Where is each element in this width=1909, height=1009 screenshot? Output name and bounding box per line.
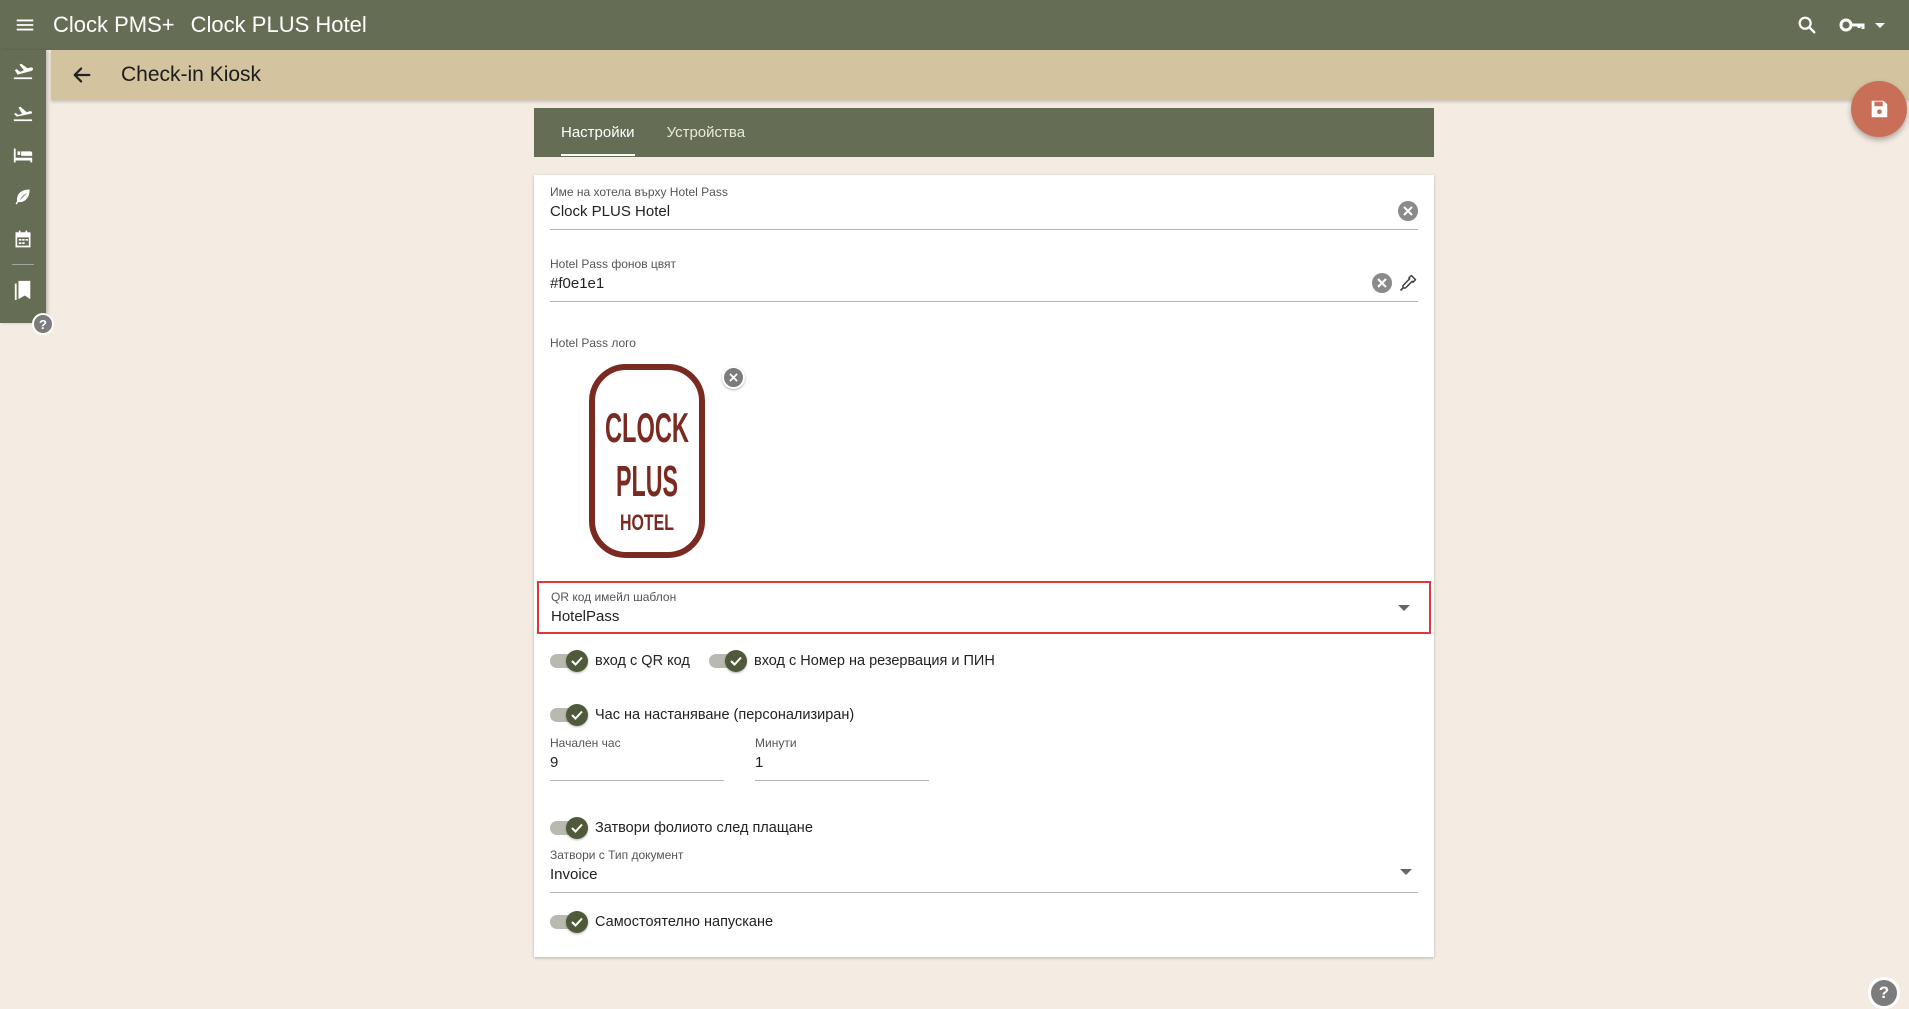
document-type-label: Затвори с Тип документ (550, 848, 684, 862)
switch-track[interactable] (709, 650, 747, 672)
hotel-name-field[interactable]: Име на хотела върху Hotel Pass Clock PLU… (550, 185, 1418, 230)
top-app-bar: Clock PMS+ Clock PLUS Hotel (0, 0, 1909, 50)
background-color-field[interactable]: Hotel Pass фонов цвят #f0e1e1 (550, 257, 1418, 302)
document-type-underline (550, 892, 1418, 893)
leaf-icon[interactable] (0, 176, 46, 218)
qr-template-value[interactable]: HotelPass (551, 608, 619, 625)
check-icon (566, 650, 588, 672)
settings-card: Име на хотела върху Hotel Pass Clock PLU… (534, 175, 1434, 957)
qr-template-label: QR код имейл шаблон (551, 590, 677, 604)
toggle-pin-label: вход с Номер на резервация и ПИН (754, 653, 995, 669)
save-button[interactable] (1851, 81, 1907, 137)
switch-track[interactable] (550, 704, 588, 726)
background-color-value[interactable]: #f0e1e1 (550, 275, 1418, 292)
toggle-qr-login[interactable]: вход с QR код (550, 650, 690, 672)
logo-text-hotel: HOTEL (620, 510, 674, 535)
switch-track[interactable] (550, 650, 588, 672)
logo-field: Hotel Pass лого (550, 336, 1418, 356)
minutes-underline (755, 780, 929, 781)
page-title: Check-in Kiosk (121, 63, 262, 86)
search-icon[interactable] (1787, 5, 1827, 45)
clear-hotel-name-icon[interactable] (1398, 201, 1418, 221)
check-icon (566, 704, 588, 726)
help-icon[interactable]: ? (1868, 977, 1900, 1009)
chevron-down-icon (1875, 22, 1885, 28)
key-icon (1839, 14, 1865, 36)
tab-devices[interactable]: Устройства (662, 108, 772, 157)
background-color-label: Hotel Pass фонов цвят (550, 257, 677, 271)
tab-bar: Настройки Устройства (534, 108, 1434, 157)
toggle-checkin-time-label: Час на настаняване (персонализиран) (595, 707, 855, 723)
close-icon (729, 373, 738, 382)
save-icon (1868, 98, 1890, 120)
remove-logo-button[interactable] (722, 366, 745, 389)
arrivals-icon[interactable] (0, 50, 46, 92)
minutes-field[interactable]: Минути 1 (755, 736, 929, 781)
toggle-close-folio[interactable]: Затвори фолиото след плащане (550, 817, 813, 839)
start-hour-label: Начален час (550, 736, 621, 750)
toggle-pin-login[interactable]: вход с Номер на резервация и ПИН (709, 650, 995, 672)
clear-color-icon[interactable] (1372, 273, 1392, 293)
minutes-value[interactable]: 1 (755, 754, 929, 771)
logo-label: Hotel Pass лого (550, 336, 636, 350)
start-hour-underline (550, 780, 724, 781)
document-type-select[interactable]: Затвори с Тип документ Invoice (550, 848, 1418, 893)
toggle-qr-label: вход с QR код (595, 653, 690, 669)
toggle-checkin-time[interactable]: Час на настаняване (персонализиран) (550, 704, 855, 726)
menu-icon[interactable] (0, 0, 50, 50)
key-menu-button[interactable] (1839, 14, 1885, 36)
back-arrow-icon[interactable] (67, 60, 97, 90)
hotel-name-underline (550, 229, 1418, 230)
calendar-icon[interactable] (0, 218, 46, 260)
start-hour-field[interactable]: Начален час 9 (550, 736, 724, 781)
logo-text-clock: CLOCK (605, 404, 689, 451)
hotel-logo-image[interactable]: CLOCK PLUS HOTEL (589, 364, 705, 563)
check-icon (566, 817, 588, 839)
app-name: Clock PMS+ (53, 12, 175, 37)
side-nav (0, 50, 46, 323)
color-picker-icon[interactable] (1398, 273, 1418, 293)
toggle-close-folio-label: Затвори фолиото след плащане (595, 820, 813, 836)
departures-icon[interactable] (0, 92, 46, 134)
tab-settings[interactable]: Настройки (534, 108, 662, 157)
nav-divider (12, 264, 34, 265)
hotel-name-label: Име на хотела върху Hotel Pass (550, 185, 728, 199)
check-icon (725, 650, 747, 672)
bookmarks-icon[interactable] (0, 269, 46, 311)
help-icon[interactable]: ? (32, 313, 54, 335)
bed-icon[interactable] (0, 134, 46, 176)
switch-track[interactable] (550, 817, 588, 839)
qr-template-select[interactable]: QR код имейл шаблон HotelPass (537, 581, 1431, 634)
switch-track[interactable] (550, 911, 588, 933)
page-header: Check-in Kiosk (51, 50, 1909, 100)
hotel-name-value[interactable]: Clock PLUS Hotel (550, 203, 1418, 220)
logo-text-plus: PLUS (616, 457, 678, 506)
document-type-value[interactable]: Invoice (550, 866, 1418, 883)
toggle-self-checkout-label: Самостоятелно напускане (595, 914, 774, 930)
dropdown-arrow-icon[interactable] (1398, 605, 1410, 611)
toggle-self-checkout[interactable]: Самостоятелно напускане (550, 911, 774, 933)
background-color-underline (550, 301, 1418, 302)
hotel-name[interactable]: Clock PLUS Hotel (191, 12, 367, 38)
minutes-label: Минути (755, 736, 797, 750)
start-hour-value[interactable]: 9 (550, 754, 724, 771)
check-icon (566, 911, 588, 933)
dropdown-arrow-icon[interactable] (1400, 869, 1412, 875)
